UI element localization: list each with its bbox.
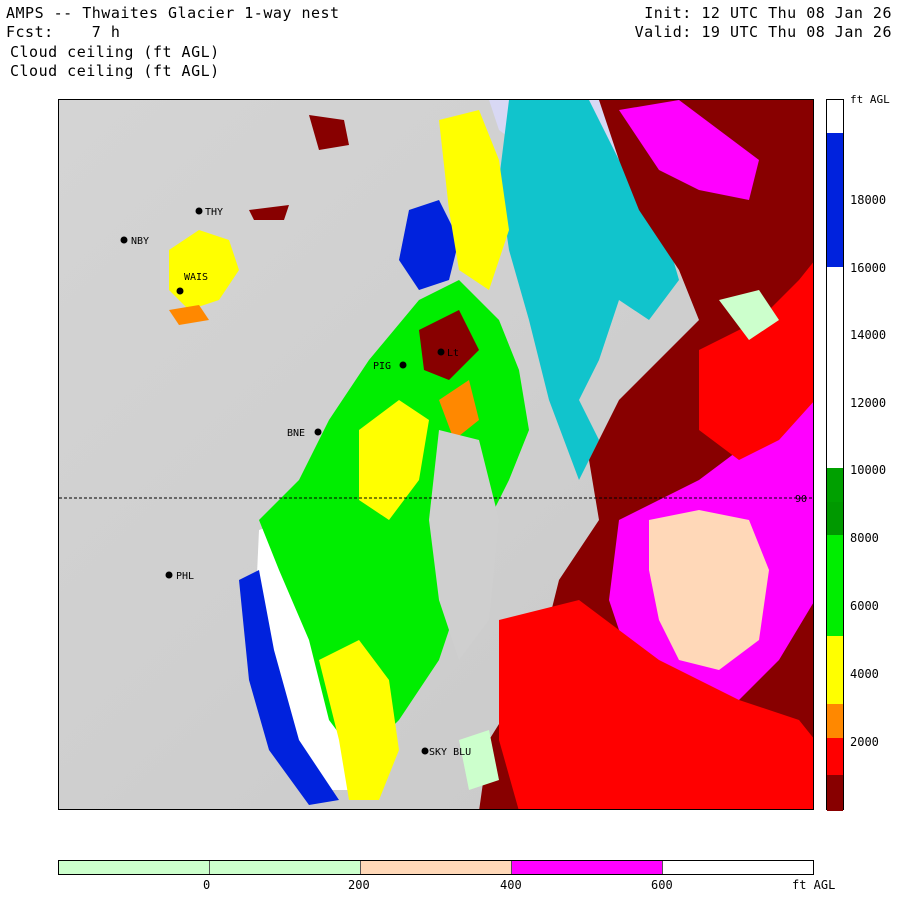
cb-tick-6000: 6000 (850, 599, 879, 613)
station-label-lt: Lt (447, 348, 459, 359)
hb-seg-2 (210, 861, 361, 874)
cb-seg-2000-3000 (827, 704, 843, 738)
forecast-hours: 7 h (91, 23, 121, 41)
hb-seg-5 (663, 861, 813, 874)
cb-seg-8000-9000 (827, 502, 843, 535)
colorbar-unit: ft AGL (850, 93, 890, 106)
cb-tick-10000: 10000 (850, 463, 887, 477)
cb-seg-10000-16000 (827, 267, 843, 468)
station-label-wais: WAIS (184, 272, 208, 283)
ceiling-colorbar (826, 99, 844, 811)
hb-tick-400: 400 (500, 878, 522, 892)
hb-tick-200: 200 (348, 878, 370, 892)
cb-tick-14000: 14000 (850, 328, 887, 342)
cb-seg-5000-8000 (827, 535, 843, 636)
cb-seg-0-1000 (827, 775, 843, 811)
cb-seg-16000-20000 (827, 133, 843, 267)
field-title-2: Cloud ceiling (ft AGL) (10, 62, 220, 80)
meridian-label: 90 W (795, 494, 814, 505)
station-label-pig: PIG (373, 361, 391, 372)
station-sky-blu[interactable]: SKY BLU (421, 747, 472, 758)
cb-tick-18000: 18000 (850, 193, 887, 207)
hbar-unit: ft AGL (792, 878, 836, 892)
forecast-label-text: Fcst: (6, 23, 54, 41)
cb-seg-1000-2000 (827, 738, 843, 775)
init-time: Init: 12 UTC Thu 08 Jan 26 (644, 4, 892, 22)
station-label-sky-blu: SKY BLU (429, 747, 471, 758)
cb-tick-12000: 12000 (850, 396, 887, 410)
station-label-thy: THY (205, 207, 223, 218)
init-label: Init: (644, 4, 692, 22)
cb-tick-2000: 2000 (850, 735, 879, 749)
cb-seg-9000-10000 (827, 468, 843, 502)
map-title: AMPS -- Thwaites Glacier 1-way nest (6, 4, 340, 22)
low-ceiling-colorbar (58, 860, 814, 875)
cb-tick-16000: 16000 (850, 261, 887, 275)
hb-seg-3 (361, 861, 512, 874)
init-value: 12 UTC Thu 08 Jan 26 (701, 4, 892, 22)
cb-seg-above-20000 (827, 100, 843, 133)
cb-seg-3000-5000 (827, 636, 843, 704)
forecast-label: Fcst: 7 h (6, 23, 120, 41)
cloud-ceiling-map: 90 W THY NBY WAIS PIG Lt BNE PHL SKY BLU (58, 99, 814, 810)
hb-seg-4 (512, 861, 663, 874)
valid-time: Valid: 19 UTC Thu 08 Jan 26 (635, 23, 892, 41)
hb-tick-600: 600 (651, 878, 673, 892)
hb-seg-1 (59, 861, 210, 874)
map-canvas: 90 W THY NBY WAIS PIG Lt BNE PHL SKY BLU (59, 100, 814, 809)
station-label-phl: PHL (176, 571, 194, 582)
station-label-bne: BNE (287, 428, 305, 439)
cb-tick-4000: 4000 (850, 667, 879, 681)
hb-tick-0: 0 (203, 878, 211, 892)
valid-label: Valid: (634, 23, 692, 41)
cb-tick-8000: 8000 (850, 531, 879, 545)
field-title-1: Cloud ceiling (ft AGL) (10, 43, 220, 61)
valid-value: 19 UTC Thu 08 Jan 26 (701, 23, 892, 41)
station-label-nby: NBY (131, 236, 149, 247)
